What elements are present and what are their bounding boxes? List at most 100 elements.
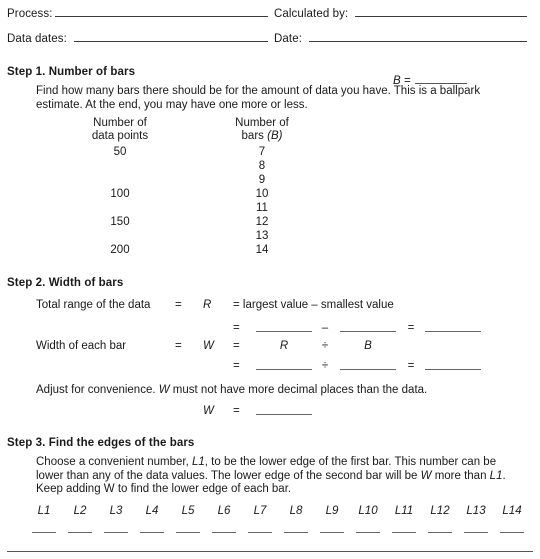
step1-heading: Step 1. Number of bars — [7, 66, 136, 78]
data-dates-input[interactable] — [73, 31, 268, 42]
data-points-cell: 150 — [110, 216, 130, 228]
edge-value-rule — [320, 531, 344, 533]
process-input[interactable] — [54, 6, 268, 17]
edge-value-rule — [104, 531, 128, 533]
edge-value-rule — [356, 531, 380, 533]
date-label: Date: — [274, 33, 302, 45]
edge-label-l7: L7 — [253, 505, 267, 517]
data-points-cell: 200 — [110, 244, 130, 256]
step3-para-var-W: W — [420, 469, 432, 482]
edge-value-rule — [212, 531, 236, 533]
table-row: 13 — [0, 229, 540, 243]
edge-label-l6: L6 — [217, 505, 231, 517]
date-field-group: Date: — [274, 31, 533, 45]
edge-value-input-l6[interactable] — [206, 531, 242, 533]
edge-value-input-l8[interactable] — [278, 531, 314, 533]
edge-label-l13: L13 — [466, 505, 486, 517]
width-row-label: Width of each bar — [36, 340, 127, 352]
edge-label-l12: L12 — [430, 505, 450, 517]
step1-intro: Find how many bars there should be for t… — [36, 85, 481, 111]
adjust-note-pre: Adjust for convenience. — [36, 384, 159, 396]
w-final-input[interactable] — [256, 405, 312, 415]
bars-count-cell: 12 — [255, 216, 269, 228]
step2-heading: Step 2. Width of bars — [7, 277, 124, 289]
range-smallest-value-input[interactable] — [340, 322, 396, 332]
step2-range-row: Total range of the data = R = largest va… — [0, 299, 540, 317]
table-row: 9 — [0, 173, 540, 187]
bottom-divider — [7, 551, 533, 552]
edge-value-input-l13[interactable] — [458, 531, 494, 533]
step1-col2-header-line2: bars — [241, 129, 264, 142]
table-row: 200 14 — [0, 243, 540, 257]
step2-range-blanks-row: = – = — [0, 322, 540, 340]
bars-count-cell: 13 — [255, 230, 269, 242]
edge-value-rule — [464, 531, 488, 533]
step3-para-var-L1-first: L1 — [192, 456, 205, 468]
width-row-symbol-W: W — [203, 340, 214, 352]
step1-col1-header-line1: Number of — [93, 117, 147, 129]
range-row-label: Total range of the data — [36, 299, 151, 311]
range-largest-value-input[interactable] — [256, 322, 312, 332]
adjust-note-post: must not have more decimal places than t… — [169, 384, 428, 396]
step1-col2-header-line1: Number of — [235, 117, 289, 129]
range-result-input[interactable] — [425, 322, 481, 332]
edge-label-l4: L4 — [145, 505, 159, 517]
width-row-symbol-B: B — [364, 340, 372, 352]
calculated-by-field-group: Calculated by: — [274, 6, 533, 20]
step1-col1-header-line2: data points — [91, 129, 149, 142]
width-result-input[interactable] — [425, 360, 481, 370]
data-dates-field-group: Data dates: — [7, 31, 274, 45]
edge-value-input-l1[interactable] — [26, 531, 62, 533]
edge-value-input-l5[interactable] — [170, 531, 206, 533]
edge-label-l10: L10 — [358, 505, 378, 517]
width-divisor-input[interactable] — [340, 360, 396, 370]
edge-value-input-l12[interactable] — [422, 531, 458, 533]
edge-value-input-l7[interactable] — [242, 531, 278, 533]
step3-para-part3: more than — [431, 469, 490, 482]
table-row: 11 — [0, 201, 540, 215]
edge-value-input-l14[interactable] — [494, 531, 530, 533]
bars-count-cell: 7 — [258, 146, 266, 158]
b-result-input[interactable] — [414, 74, 467, 84]
table-row: 150 12 — [0, 215, 540, 229]
step1-col1-header: Number of data points — [68, 117, 172, 143]
w-final-equals: = — [233, 405, 240, 417]
step3-heading: Step 3. Find the edges of the bars — [7, 437, 195, 449]
edge-label-l2: L2 — [73, 505, 87, 517]
width-row-symbol-R: R — [279, 340, 289, 352]
edge-value-input-l9[interactable] — [314, 531, 350, 533]
bars-count-cell: 8 — [258, 160, 266, 172]
edge-value-input-l2[interactable] — [62, 531, 98, 533]
range-row-equals-1: = — [175, 299, 182, 311]
edge-value-input-l3[interactable] — [98, 531, 134, 533]
calculated-by-input[interactable] — [355, 6, 527, 17]
edge-value-rule — [140, 531, 164, 533]
step2-width-row: Width of each bar = W = R ÷ B — [0, 340, 540, 358]
process-field-group: Process: — [7, 6, 274, 20]
date-input[interactable] — [309, 31, 527, 42]
edge-value-input-l11[interactable] — [386, 531, 422, 533]
data-points-cell: 100 — [110, 188, 130, 200]
edge-label-l14: L14 — [502, 505, 522, 517]
range-calc-equals-1: = — [233, 322, 240, 334]
width-calc-equals-2: = — [407, 360, 415, 372]
adjust-note-var-W: W — [158, 384, 170, 396]
edge-values-row — [26, 531, 530, 533]
width-dividend-input[interactable] — [256, 360, 312, 370]
worksheet-page: Process: Calculated by: Data dates: Date… — [0, 0, 540, 559]
edge-label-l8: L8 — [289, 505, 303, 517]
edge-value-input-l10[interactable] — [350, 531, 386, 533]
edge-label-l3: L3 — [109, 505, 123, 517]
step2-width-blanks-row: = ÷ = — [0, 360, 540, 378]
data-points-cell: 50 — [113, 146, 127, 158]
edge-value-rule — [176, 531, 200, 533]
table-row: 100 10 — [0, 187, 540, 201]
width-row-equals-1: = — [175, 340, 182, 352]
bars-count-cell: 11 — [256, 202, 268, 214]
edge-value-rule — [68, 531, 92, 533]
table-row: 8 — [0, 159, 540, 173]
width-calc-equals-1: = — [233, 360, 240, 372]
header-row-2: Data dates: Date: — [7, 31, 533, 45]
width-calc-operator: ÷ — [321, 360, 329, 372]
edge-value-input-l4[interactable] — [134, 531, 170, 533]
